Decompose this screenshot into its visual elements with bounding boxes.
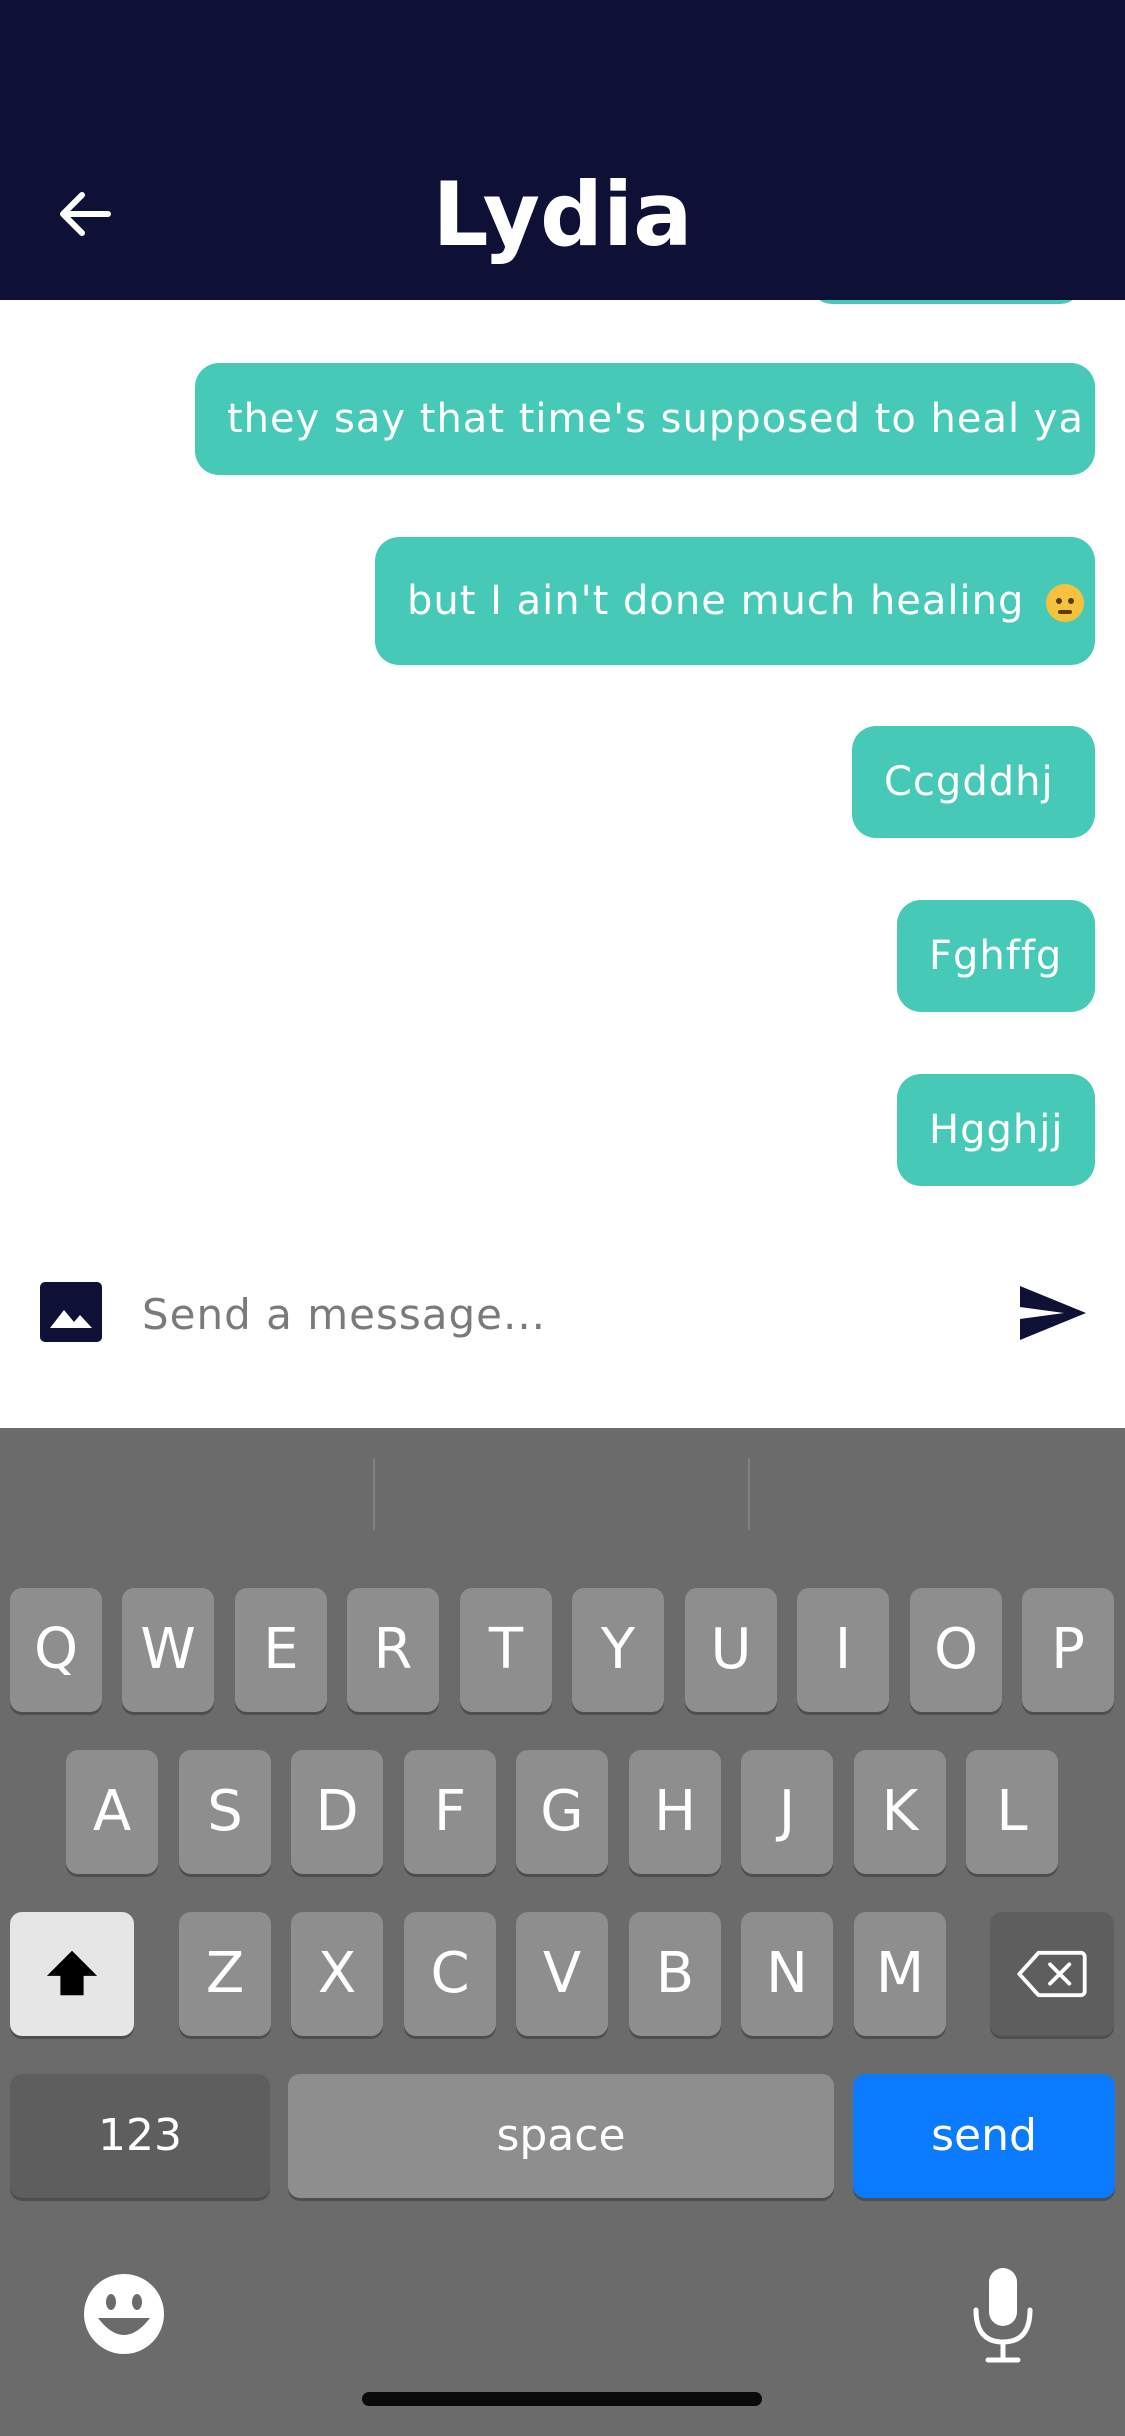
message-text: Ccgddhj bbox=[884, 759, 1054, 805]
message-bubble: they say that time's supposed to heal ya bbox=[195, 363, 1095, 475]
emoji-icon[interactable] bbox=[82, 2272, 166, 2356]
key-k[interactable]: K bbox=[854, 1750, 946, 1874]
suggestion-divider bbox=[748, 1458, 750, 1530]
message-text: but I ain't done much healing bbox=[407, 578, 1025, 624]
key-j[interactable]: J bbox=[741, 1750, 833, 1874]
message-bubble: Fghffg bbox=[897, 900, 1095, 1012]
key-w[interactable]: W bbox=[122, 1588, 214, 1712]
backspace-icon bbox=[1017, 1950, 1087, 1998]
angry-face-icon bbox=[1046, 584, 1085, 622]
key-u[interactable]: U bbox=[685, 1588, 777, 1712]
key-q[interactable]: Q bbox=[10, 1588, 102, 1712]
space-key[interactable]: space bbox=[288, 2074, 834, 2198]
key-h[interactable]: H bbox=[629, 1750, 721, 1874]
key-y[interactable]: Y bbox=[572, 1588, 664, 1712]
key-p[interactable]: P bbox=[1022, 1588, 1114, 1712]
key-i[interactable]: I bbox=[797, 1588, 889, 1712]
key-b[interactable]: B bbox=[629, 1912, 721, 2036]
key-r[interactable]: R bbox=[347, 1588, 439, 1712]
chat-header: Lydia bbox=[0, 0, 1125, 300]
keyboard: Q W E R T Y U I O P A S D F G H J K L Z … bbox=[0, 1428, 1125, 2436]
key-z[interactable]: Z bbox=[179, 1912, 271, 2036]
send-icon[interactable] bbox=[1018, 1284, 1088, 1342]
key-e[interactable]: E bbox=[235, 1588, 327, 1712]
suggestion-divider bbox=[373, 1458, 375, 1530]
key-a[interactable]: A bbox=[66, 1750, 158, 1874]
message-input[interactable] bbox=[140, 1268, 984, 1360]
message-text: they say that time's supposed to heal ya bbox=[227, 396, 1084, 442]
key-x[interactable]: X bbox=[291, 1912, 383, 2036]
shift-arrow-icon bbox=[46, 1950, 98, 1996]
key-g[interactable]: G bbox=[516, 1750, 608, 1874]
key-d[interactable]: D bbox=[291, 1750, 383, 1874]
delete-key[interactable] bbox=[990, 1912, 1114, 2036]
message-text: Hgghjj bbox=[929, 1107, 1064, 1153]
key-m[interactable]: M bbox=[854, 1912, 946, 2036]
send-key[interactable]: send bbox=[853, 2074, 1115, 2198]
microphone-icon[interactable] bbox=[970, 2266, 1036, 2364]
key-s[interactable]: S bbox=[179, 1750, 271, 1874]
message-composer bbox=[0, 1232, 1125, 1428]
key-n[interactable]: N bbox=[741, 1912, 833, 2036]
image-icon[interactable] bbox=[40, 1282, 102, 1342]
shift-key[interactable] bbox=[10, 1912, 134, 2036]
key-v[interactable]: V bbox=[516, 1912, 608, 2036]
chat-title: Lydia bbox=[432, 163, 693, 266]
message-bubble: but I ain't done much healing bbox=[375, 537, 1095, 665]
message-bubble: Ccgddhj bbox=[852, 726, 1095, 838]
key-c[interactable]: C bbox=[404, 1912, 496, 2036]
key-o[interactable]: O bbox=[910, 1588, 1002, 1712]
numbers-key[interactable]: 123 bbox=[10, 2074, 270, 2198]
key-f[interactable]: F bbox=[404, 1750, 496, 1874]
home-indicator bbox=[362, 2392, 762, 2406]
key-l[interactable]: L bbox=[966, 1750, 1058, 1874]
message-bubble: Hgghjj bbox=[897, 1074, 1095, 1186]
key-t[interactable]: T bbox=[460, 1588, 552, 1712]
message-text: Fghffg bbox=[929, 933, 1063, 979]
